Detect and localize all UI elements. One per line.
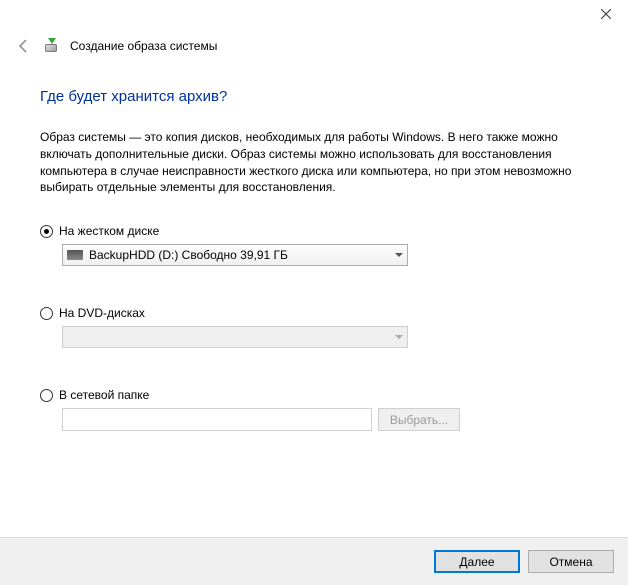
wizard-header: Создание образа системы — [0, 30, 628, 56]
cancel-button[interactable]: Отмена — [528, 550, 614, 573]
window-title: Создание образа системы — [70, 39, 217, 53]
network-path-input — [62, 408, 372, 431]
next-button[interactable]: Далее — [434, 550, 520, 573]
hard-disk-selected: BackupHDD (D:) Свободно 39,91 ГБ — [89, 248, 403, 262]
title-bar — [0, 0, 628, 30]
drive-icon — [67, 250, 83, 260]
chevron-down-icon — [395, 253, 403, 257]
option-dvd: На DVD-дисках — [40, 306, 588, 348]
close-button[interactable] — [583, 0, 628, 28]
close-icon — [601, 9, 611, 19]
wizard-footer: Далее Отмена — [0, 537, 628, 585]
radio-dvd[interactable] — [40, 307, 53, 320]
system-image-icon — [44, 38, 60, 54]
radio-hard-disk-label[interactable]: На жестком диске — [59, 224, 159, 238]
option-network: В сетевой папке Выбрать... — [40, 388, 588, 431]
radio-network-label[interactable]: В сетевой папке — [59, 388, 149, 402]
chevron-down-icon — [395, 335, 403, 339]
back-button[interactable] — [14, 36, 34, 56]
wizard-content: Где будет хранится архив? Образ системы … — [0, 56, 628, 431]
radio-network[interactable] — [40, 389, 53, 402]
dvd-dropdown — [62, 326, 408, 348]
radio-hard-disk[interactable] — [40, 225, 53, 238]
page-description: Образ системы — это копия дисков, необхо… — [40, 129, 588, 196]
back-arrow-icon — [16, 38, 32, 54]
option-hard-disk: На жестком диске BackupHDD (D:) Свободно… — [40, 224, 588, 266]
radio-dvd-label[interactable]: На DVD-дисках — [59, 306, 145, 320]
hard-disk-dropdown[interactable]: BackupHDD (D:) Свободно 39,91 ГБ — [62, 244, 408, 266]
page-heading: Где будет хранится архив? — [40, 88, 588, 105]
browse-button: Выбрать... — [378, 408, 460, 431]
